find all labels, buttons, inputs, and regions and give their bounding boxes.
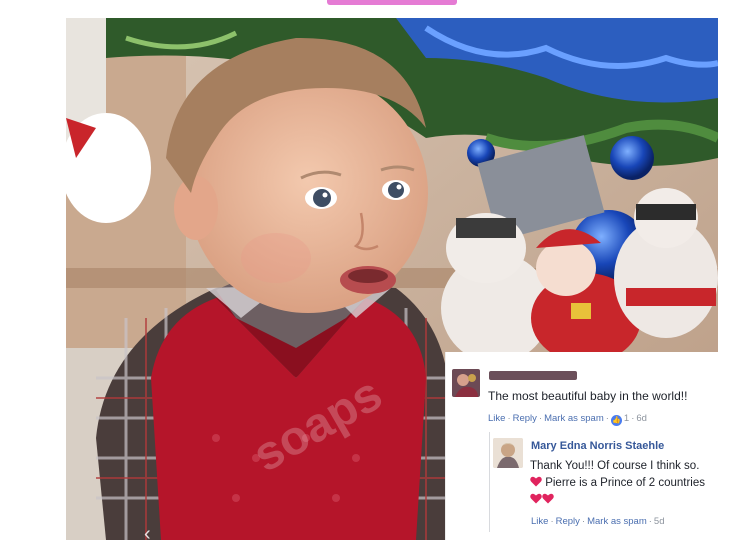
- reply-link[interactable]: Reply: [556, 516, 580, 527]
- reply-text-part1: Thank You!!! Of course I think so.: [530, 460, 700, 472]
- comment-timestamp[interactable]: 6d: [636, 413, 647, 424]
- like-link[interactable]: Like: [531, 516, 548, 527]
- heart-icon: [530, 493, 542, 504]
- reply-actions: Like · Reply · Mark as spam · 5d: [531, 516, 665, 527]
- comment-text: The most beautiful baby in the world!!: [488, 389, 688, 403]
- heart-icon: [542, 493, 554, 504]
- reply-link[interactable]: Reply: [513, 413, 537, 424]
- reply-text-part2: Pierre is a Prince of 2 countries: [545, 477, 705, 489]
- mark-as-spam-link[interactable]: Mark as spam: [544, 413, 604, 424]
- reply-text: Thank You!!! Of course I think so. Pierr…: [530, 458, 710, 509]
- blue-ornament-small: [610, 136, 654, 180]
- commenter-avatar[interactable]: [452, 369, 480, 397]
- reply-timestamp[interactable]: 5d: [654, 516, 665, 527]
- mark-as-spam-link[interactable]: Mark as spam: [587, 516, 647, 527]
- like-count-icon: 👍: [610, 415, 622, 426]
- previous-photo-arrow[interactable]: ‹: [144, 524, 151, 540]
- reply-author-name[interactable]: Mary Edna Norris Staehle: [531, 440, 664, 452]
- heart-icon: [530, 476, 542, 487]
- reply-avatar[interactable]: [493, 438, 523, 468]
- like-count[interactable]: 1: [624, 413, 629, 424]
- reply-thread-line: [489, 432, 490, 532]
- like-link[interactable]: Like: [488, 413, 505, 424]
- comments-panel: The most beautiful baby in the world!! L…: [445, 352, 719, 540]
- redacted-name: [489, 371, 577, 381]
- commenter-name[interactable]: [488, 368, 577, 382]
- top-accent-bar: [327, 0, 457, 5]
- comment-actions: Like · Reply · Mark as spam · 👍 1 · 6d: [488, 413, 647, 426]
